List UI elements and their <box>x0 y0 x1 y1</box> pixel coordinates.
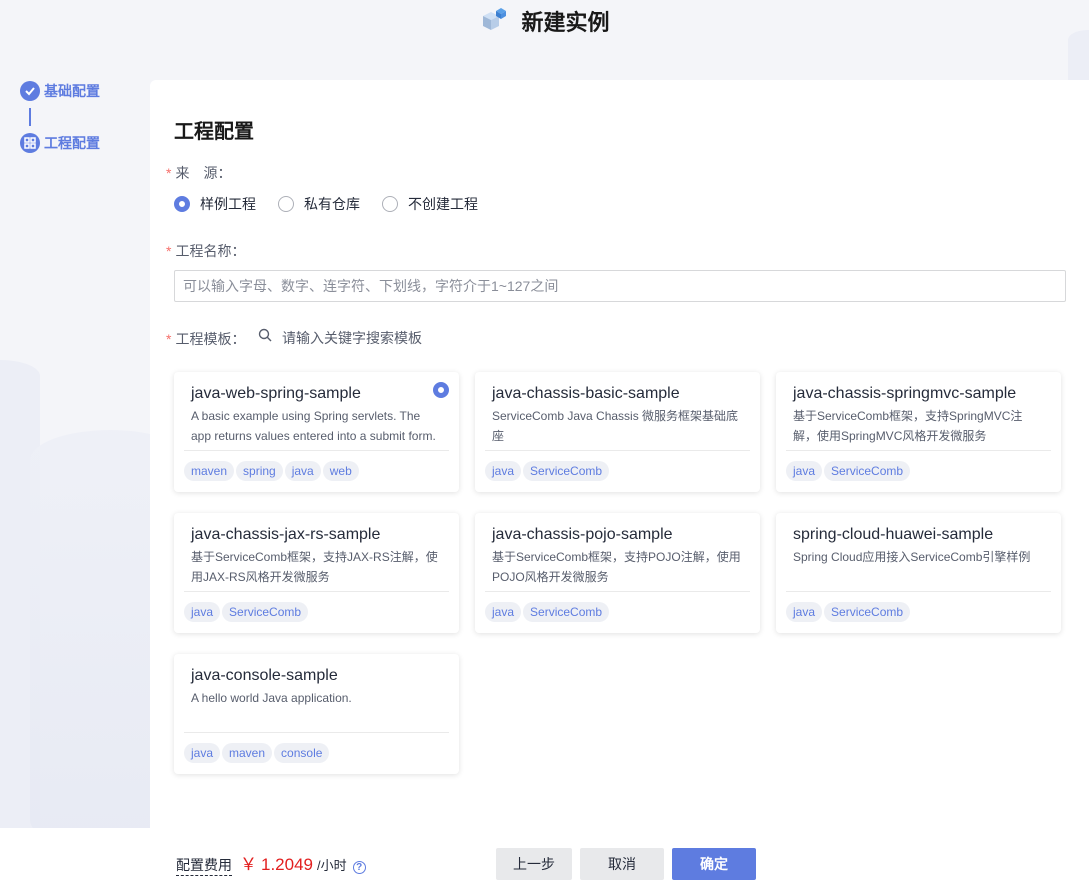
check-icon <box>20 81 40 101</box>
required-mark: * <box>166 243 172 259</box>
config-panel: 工程配置 *来 源： 样例工程 私有仓库 不创建工程 *工程名称： *工程模板：… <box>150 80 1089 828</box>
card-divider <box>184 591 449 592</box>
price-unit: /小时 <box>317 858 347 873</box>
step-navigator: 基础配置 工程配置 <box>20 80 100 154</box>
card-description: 基于ServiceComb框架，支持SpringMVC注解，使用SpringMV… <box>793 409 1023 443</box>
fee-label[interactable]: 配置费用 <box>176 855 232 876</box>
tag: ServiceComb <box>523 602 610 622</box>
template-card-java-chassis-jax-rs-sample[interactable]: java-chassis-jax-rs-sample 基于ServiceComb… <box>174 513 459 633</box>
tag: maven <box>184 461 235 481</box>
radio-dot[interactable] <box>174 196 190 212</box>
footer-bar: 配置费用 ￥ 1.2049 /小时 ? 上一步 取消 确定 <box>0 828 1089 894</box>
card-title: spring-cloud-huawei-sample <box>793 526 994 543</box>
price-value: 1.2049 <box>261 855 313 874</box>
card-divider <box>786 450 1051 451</box>
required-mark: * <box>166 331 172 347</box>
template-card-java-chassis-pojo-sample[interactable]: java-chassis-pojo-sample 基于ServiceComb框架… <box>475 513 760 633</box>
template-search-input[interactable] <box>282 329 502 346</box>
template-search[interactable] <box>258 328 502 347</box>
tag: ServiceComb <box>824 461 911 481</box>
card-divider <box>786 591 1051 592</box>
card-description: ServiceComb Java Chassis 微服务框架基础底座 <box>492 409 739 443</box>
cancel-button[interactable]: 取消 <box>580 848 664 880</box>
radio-no-project[interactable]: 不创建工程 <box>382 194 478 214</box>
tag: ServiceComb <box>824 602 911 622</box>
tag: java <box>184 743 221 763</box>
step-label: 工程配置 <box>44 135 100 151</box>
page-header: 新建实例 <box>0 8 1089 38</box>
card-tags: java ServiceComb <box>184 602 310 622</box>
card-title: java-chassis-jax-rs-sample <box>191 526 381 543</box>
source-radio-group: 样例工程 私有仓库 不创建工程 <box>174 194 500 214</box>
card-tags: java ServiceComb <box>485 461 611 481</box>
template-card-java-chassis-springmvc-sample[interactable]: java-chassis-springmvc-sample 基于ServiceC… <box>776 372 1061 492</box>
radio-dot[interactable] <box>382 196 398 212</box>
step-basic-config[interactable]: 基础配置 <box>20 80 100 102</box>
card-divider <box>184 450 449 451</box>
confirm-button[interactable]: 确定 <box>672 848 756 880</box>
radio-sample-project[interactable]: 样例工程 <box>174 194 256 214</box>
project-name-label: * 工程名称： <box>166 243 246 259</box>
card-divider <box>184 732 449 733</box>
card-divider <box>485 591 750 592</box>
tag: spring <box>236 461 283 481</box>
card-title: java-chassis-pojo-sample <box>492 526 673 543</box>
template-label: * 工程模板： <box>166 331 246 347</box>
card-title: java-chassis-springmvc-sample <box>793 385 1017 402</box>
card-tags: java ServiceComb <box>485 602 611 622</box>
step-label: 基础配置 <box>44 83 100 99</box>
search-icon <box>258 328 272 347</box>
card-tags: java maven console <box>184 743 331 763</box>
project-name-input[interactable] <box>174 270 1066 302</box>
tag: java <box>284 461 321 481</box>
card-tags: java ServiceComb <box>786 461 912 481</box>
template-card-spring-cloud-huawei-sample[interactable]: spring-cloud-huawei-sample Spring Cloud应… <box>776 513 1061 633</box>
card-title: java-chassis-basic-sample <box>492 385 680 402</box>
tag: java <box>184 602 221 622</box>
tag: ServiceComb <box>523 461 610 481</box>
tag: maven <box>222 743 273 763</box>
card-description: A basic example using Spring servlets. T… <box>191 409 436 443</box>
question-circle-icon[interactable]: ? <box>352 861 366 874</box>
card-tags: java ServiceComb <box>786 602 912 622</box>
tag: java <box>485 602 522 622</box>
card-tags: maven spring java web <box>184 461 361 481</box>
card-description: A hello world Java application. <box>191 691 352 705</box>
selected-radio[interactable] <box>433 382 449 398</box>
grid-icon <box>20 133 40 153</box>
radio-private-repo[interactable]: 私有仓库 <box>278 194 360 214</box>
step-connector <box>29 108 31 126</box>
required-mark: * <box>166 165 172 181</box>
section-title: 工程配置 <box>174 121 254 143</box>
previous-step-button[interactable]: 上一步 <box>496 848 572 880</box>
template-card-java-chassis-basic-sample[interactable]: java-chassis-basic-sample ServiceComb Ja… <box>475 372 760 492</box>
radio-dot[interactable] <box>278 196 294 212</box>
card-title: java-web-spring-sample <box>191 385 361 402</box>
tag: ServiceComb <box>222 602 309 622</box>
tag: java <box>786 602 823 622</box>
card-divider <box>485 450 750 451</box>
step-project-config[interactable]: 工程配置 <box>20 132 100 154</box>
card-description: 基于ServiceComb框架，支持POJO注解，使用POJO风格开发微服务 <box>492 550 741 584</box>
currency-symbol: ￥ <box>240 855 257 874</box>
template-card-java-console-sample[interactable]: java-console-sample A hello world Java a… <box>174 654 459 774</box>
cube-logo-icon <box>479 8 507 40</box>
tag: console <box>274 743 330 763</box>
template-card-java-web-spring-sample[interactable]: java-web-spring-sample A basic example u… <box>174 372 459 492</box>
fee-summary: 配置费用 ￥ 1.2049 /小时 ? <box>176 850 366 876</box>
tag: web <box>322 461 359 481</box>
tag: java <box>485 461 522 481</box>
card-description: 基于ServiceComb框架，支持JAX-RS注解，使用JAX-RS风格开发微… <box>191 550 438 584</box>
page-title: 新建实例 <box>521 10 610 35</box>
card-title: java-console-sample <box>191 667 338 684</box>
card-description: Spring Cloud应用接入ServiceComb引擎样例 <box>793 550 1031 564</box>
source-label: * 来 源： <box>166 165 232 181</box>
tag: java <box>786 461 823 481</box>
